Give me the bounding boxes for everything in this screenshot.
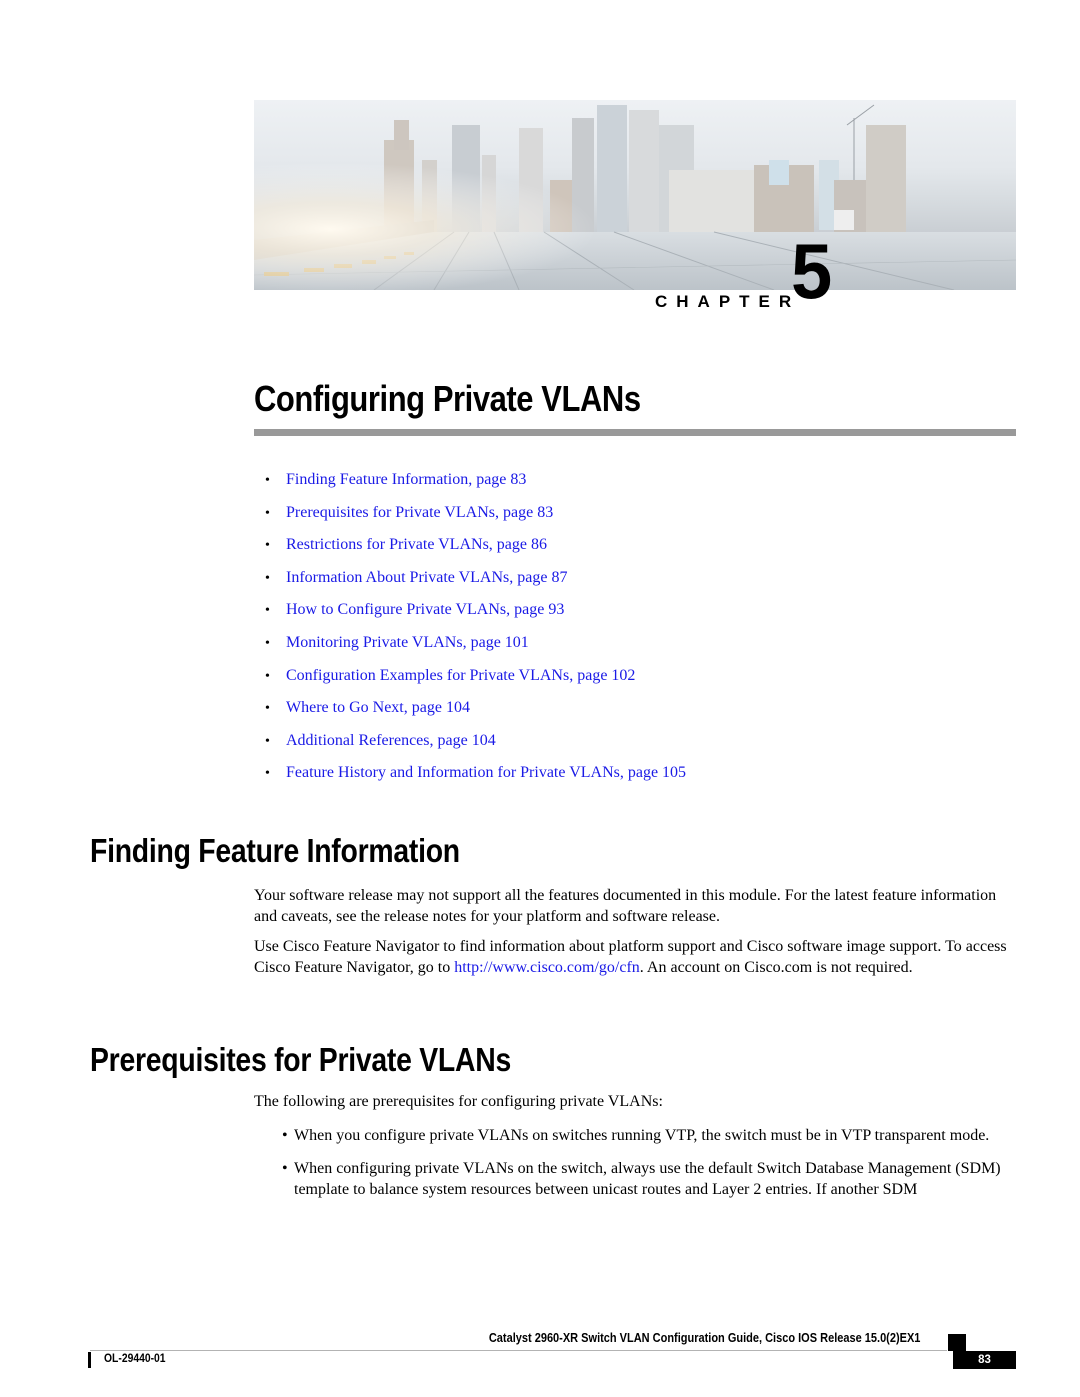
toc-link-additional-references[interactable]: Additional References, page 104 — [286, 732, 496, 749]
finding-paragraph-2-text-after: . An account on Cisco.com is not require… — [639, 959, 913, 976]
finding-paragraph-1: Your software release may not support al… — [254, 887, 997, 925]
chapter-number: 5 — [791, 227, 833, 315]
section-heading-finding-feature-information: Finding Feature Information — [90, 832, 460, 869]
footer-page-number: 83 — [953, 1351, 1016, 1369]
page-title: Configuring Private VLANs — [254, 378, 641, 419]
finding-paragraph-2: Use Cisco Feature Navigator to find info… — [254, 936, 1019, 978]
toc-item: • Monitoring Private VLANs, page 101 — [265, 633, 686, 666]
cisco-feature-navigator-link[interactable]: http://www.cisco.com/go/cfn — [454, 959, 640, 976]
prerequisite-text: When configuring private VLANs on the sw… — [294, 1160, 1001, 1198]
footer-divider — [90, 1350, 947, 1351]
section-heading-prerequisites: Prerequisites for Private VLANs — [90, 1041, 512, 1078]
bullet-icon: • — [265, 473, 270, 488]
toc-item: • Configuration Examples for Private VLAN… — [265, 666, 686, 699]
bullet-icon: • — [265, 668, 270, 684]
toc-link-monitoring[interactable]: Monitoring Private VLANs, page 101 — [286, 634, 529, 651]
chapter-label: CHAPTER — [655, 292, 801, 311]
prerequisites-intro: The following are prerequisites for conf… — [254, 1093, 663, 1110]
toc-item: • Finding Feature Information, page 83 — [265, 470, 686, 503]
prerequisites-list: • When you configure private VLANs on swi… — [282, 1125, 1022, 1212]
bullet-icon: • — [265, 570, 270, 586]
toc-item: • Restrictions for Private VLANs, page 86 — [265, 535, 686, 568]
bullet-icon: • — [265, 733, 270, 749]
toc-link-how-to-configure[interactable]: How to Configure Private VLANs, page 93 — [286, 601, 564, 618]
footer-left-marker — [88, 1352, 91, 1368]
bullet-icon: • — [265, 635, 270, 651]
toc-link-prerequisites[interactable]: Prerequisites for Private VLANs, page 83 — [286, 504, 553, 521]
toc-item: • Information About Private VLANs, page 8… — [265, 568, 686, 601]
bullet-icon: • — [265, 603, 270, 619]
footer-marker — [948, 1334, 966, 1351]
toc-item: • Prerequisites for Private VLANs, page 8… — [265, 503, 686, 536]
toc-item: • How to Configure Private VLANs, page 93 — [265, 600, 686, 633]
title-divider — [254, 429, 1016, 436]
toc-link-configuration-examples[interactable]: Configuration Examples for Private VLANs… — [286, 667, 635, 684]
toc-item: • Where to Go Next, page 104 — [265, 698, 686, 731]
bullet-icon: • — [265, 766, 270, 782]
prerequisite-text: When you configure private VLANs on swit… — [294, 1127, 990, 1144]
bullet-icon: • — [265, 701, 270, 717]
footer-guide-title: Catalyst 2960-XR Switch VLAN Configurati… — [488, 1331, 920, 1345]
toc-item: • Feature History and Information for Pri… — [265, 763, 686, 796]
prerequisite-item: • When you configure private VLANs on swi… — [282, 1125, 1022, 1146]
toc-link-where-to-go-next[interactable]: Where to Go Next, page 104 — [286, 699, 470, 716]
chapter-toc: • Finding Feature Information, page 83 • P… — [265, 470, 686, 796]
toc-link-finding-feature-information[interactable]: Finding Feature Information, page 83 — [286, 471, 526, 488]
bullet-icon: • — [265, 538, 270, 554]
chapter-banner-image — [254, 100, 1016, 290]
bullet-icon: • — [265, 505, 270, 521]
bullet-icon: • — [282, 1160, 288, 1177]
toc-link-restrictions[interactable]: Restrictions for Private VLANs, page 86 — [286, 536, 547, 553]
bullet-icon: • — [282, 1127, 288, 1144]
toc-link-information-about[interactable]: Information About Private VLANs, page 87 — [286, 569, 567, 586]
footer-document-id: OL-29440-01 — [104, 1353, 166, 1365]
toc-link-feature-history[interactable]: Feature History and Information for Priv… — [286, 764, 686, 781]
skyline-photo — [254, 100, 1016, 290]
prerequisite-item: • When configuring private VLANs on the s… — [282, 1158, 1022, 1200]
toc-item: • Additional References, page 104 — [265, 731, 686, 764]
